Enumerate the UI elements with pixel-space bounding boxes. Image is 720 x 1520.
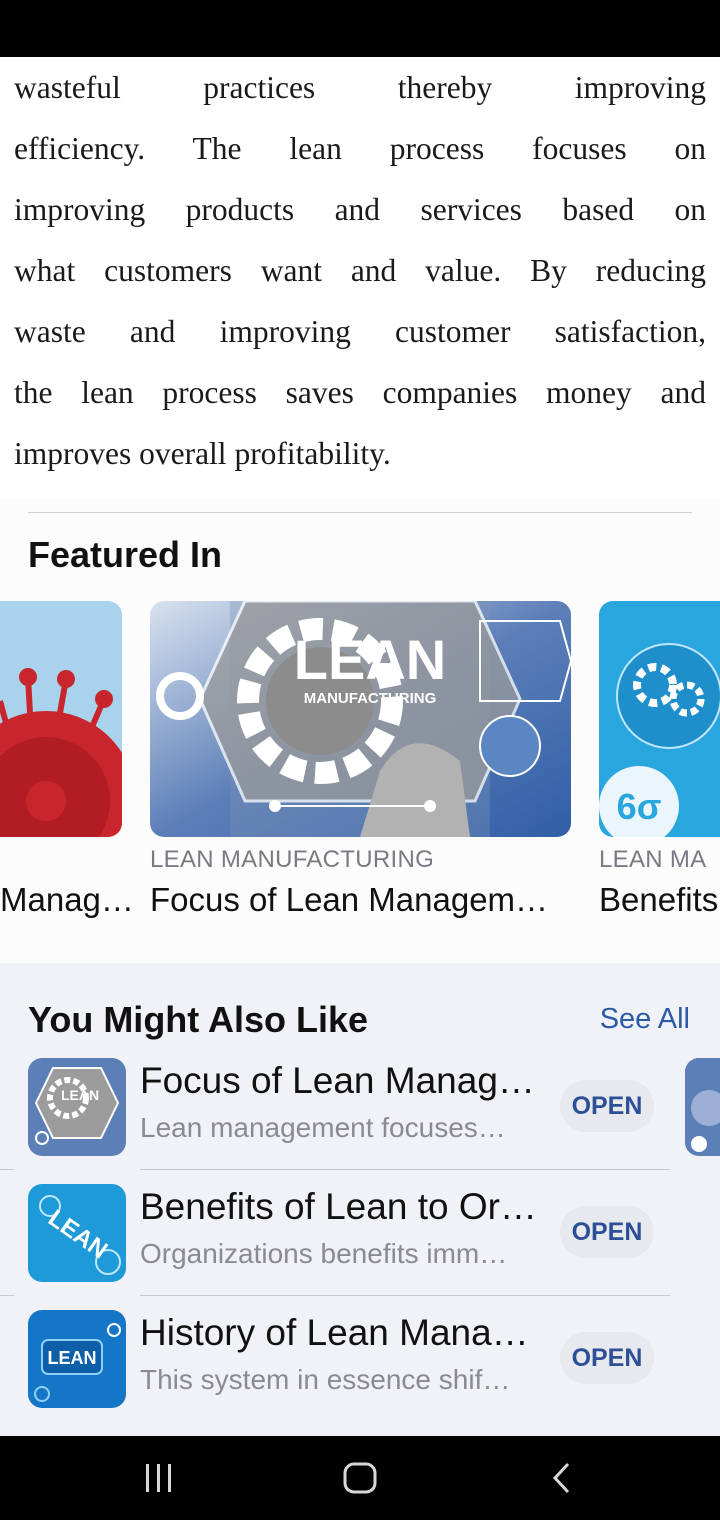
see-all-link[interactable]: See All <box>600 1003 690 1036</box>
featured-card[interactable]: 6σ LEAN MA Benefits <box>599 601 720 931</box>
article-body: wasteful practices thereby improving eff… <box>14 57 706 484</box>
status-bar <box>0 0 720 57</box>
article-line: what customers want and value. By reduci… <box>14 253 706 288</box>
recent-apps-icon[interactable] <box>144 1458 174 1503</box>
lean-thumbnail-icon: LEAN <box>28 1310 126 1408</box>
benefits-gears-image: 6σ <box>599 601 720 837</box>
list-item-subtitle: Organizations benefits imm… <box>140 1238 508 1269</box>
open-button[interactable]: OPEN <box>560 1332 654 1384</box>
featured-card-category: LEAN MA <box>599 846 707 873</box>
list-item[interactable]: LEAN Focus of Lean Manag… Lean managemen… <box>28 1058 668 1158</box>
row-divider <box>0 1169 14 1170</box>
lean-thumbnail-icon: LEAN <box>28 1058 126 1156</box>
lean-manufacturing-image: LEAN MANUFACTURING <box>150 601 571 837</box>
lean-image-title: LEAN <box>294 628 446 691</box>
row-divider <box>140 1295 670 1296</box>
article-line: wasteful practices thereby improving <box>14 70 706 105</box>
open-button[interactable]: OPEN <box>560 1080 654 1132</box>
article-line: improves overall profitability. <box>14 436 391 471</box>
list-item-subtitle: This system in essence shif… <box>140 1364 511 1395</box>
back-icon[interactable] <box>550 1458 574 1503</box>
virus-illustration-image <box>0 601 122 837</box>
you-might-also-like-section: You Might Also Like See All LEAN Focus o… <box>0 963 720 1436</box>
open-button[interactable]: OPEN <box>560 1206 654 1258</box>
navigation-bar <box>0 1436 720 1520</box>
svg-text:LEAN: LEAN <box>61 1087 99 1103</box>
list-item-subtitle: Lean management focuses… <box>140 1112 506 1143</box>
article-line: waste and improving customer satisfactio… <box>14 314 706 349</box>
list-item-title: Focus of Lean Manag… <box>140 1060 535 1101</box>
featured-in-heading: Featured In <box>28 534 223 575</box>
list-item[interactable]: LEAN History of Lean Mana… This system i… <box>28 1310 668 1410</box>
featured-card-title: Benefits <box>599 881 719 918</box>
featured-card-title: Manag… <box>0 881 134 918</box>
article-line: the lean process saves companies money a… <box>14 375 706 410</box>
next-page-thumbnail[interactable] <box>685 1058 720 1156</box>
row-divider <box>140 1169 670 1170</box>
list-item-title: Benefits of Lean to Or… <box>140 1186 537 1227</box>
section-divider <box>28 512 692 513</box>
featured-card-category: LEAN MANUFACTURING <box>150 846 435 873</box>
article-line: efficiency. The lean process focuses on <box>14 131 706 166</box>
home-icon[interactable] <box>342 1458 378 1503</box>
row-divider <box>0 1295 14 1296</box>
svg-text:6σ: 6σ <box>617 786 662 827</box>
svg-text:LEAN: LEAN <box>48 1348 97 1368</box>
list-item[interactable]: LEAN Benefits of Lean to Or… Organizatio… <box>28 1184 668 1284</box>
list-item-title: History of Lean Mana… <box>140 1312 529 1353</box>
featured-card-title: Focus of Lean Managem… <box>150 881 549 918</box>
lean-image-subtitle: MANUFACTURING <box>304 690 437 707</box>
also-like-heading: You Might Also Like <box>28 999 368 1040</box>
featured-in-section: Featured In Manag… LEAN MANUFACTURING LE… <box>0 498 720 963</box>
article-line: improving products and services based on <box>14 192 706 227</box>
thumbnail-art-icon <box>685 1058 720 1156</box>
lean-thumbnail-icon: LEAN <box>28 1184 126 1282</box>
